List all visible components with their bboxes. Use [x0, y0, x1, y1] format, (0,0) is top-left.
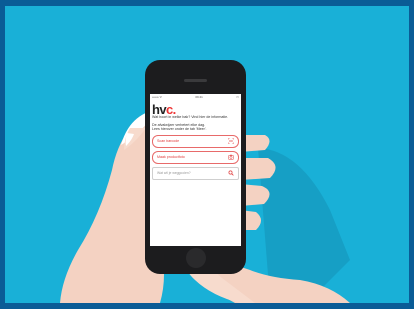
status-time: 09:41 [195, 95, 203, 99]
search-icon[interactable] [228, 170, 234, 176]
scan-barcode-label: Scan barcode [157, 139, 180, 144]
hvc-logo: hvc. [152, 102, 176, 117]
phone-speaker [184, 79, 207, 82]
app-screen: •••oo ᯤ 09:41 ▭ hvc. Wat hoort in welke … [150, 94, 241, 246]
barcode-icon [228, 138, 234, 145]
search-field[interactable]: Wat wil je weggooien? [152, 166, 239, 180]
app-header: hvc. [150, 100, 241, 117]
camera-icon [228, 155, 234, 160]
intro-line-3: Lees hierover onder de tab 'Meer'. [152, 127, 207, 132]
product-photo-button[interactable]: Maak productfoto [152, 150, 239, 164]
product-photo-label: Maak productfoto [157, 155, 185, 160]
home-button[interactable] [186, 248, 206, 268]
battery-icon: ▭ [236, 95, 239, 99]
search-placeholder: Wat wil je weggooien? [157, 171, 191, 176]
scan-barcode-button[interactable]: Scan barcode [152, 134, 239, 148]
carrier-signal: •••oo ᯤ [152, 95, 163, 99]
